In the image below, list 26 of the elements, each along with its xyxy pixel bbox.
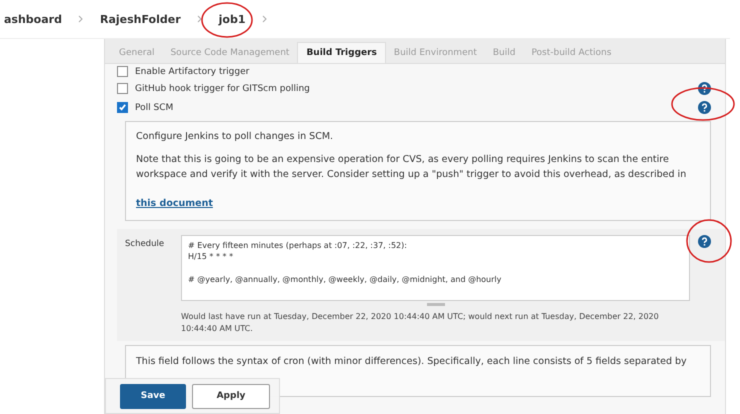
checkbox-label: Enable Artifactory trigger [135,66,250,76]
help-text: This field follows the syntax of cron (with minor differences). Specifically, each line consists of 5 fields separated by [136,354,688,369]
breadcrumb-link[interactable]: ashboard [2,12,64,26]
apply-button[interactable]: Apply [192,384,270,408]
chevron-icon [262,15,268,23]
tab[interactable]: Build Triggers [297,42,386,63]
schedule-status-text: Would last have run at Tuesday, December 22, 2020 10:44:40 AM UTC; would next run at Tuesday, December 22, 2020 10:44:40 AM UTC. [181,310,660,335]
save-button[interactable]: Save [120,384,186,408]
checkbox-label: Poll SCM [135,102,174,112]
document-link[interactable]: this document [136,198,213,209]
help-text: Configure Jenkins to poll changes in SCM. [136,130,334,144]
annotation-circle [200,0,254,40]
breadcrumb-link[interactable]: RajeshFolder [98,12,183,26]
help-icon[interactable] [698,82,711,95]
checkbox[interactable] [117,102,128,113]
chevron-icon [196,15,203,23]
checkbox[interactable] [117,66,128,77]
checkbox[interactable] [117,83,128,94]
help-text: Note that this is going to be an expensive operation for CVS, as every polling requires Jenkins to scan the entire workspace and verify it with the server. Consider setting up a "push" trigger to avoid this overhead, as described in [136,153,688,182]
schedule-textarea[interactable]: # Every fifteen minutes (perhaps at :07, :22, :37, :52): H/15 * * * * # @yearly, @annually, @monthly, @weekly, @daily, @midnight, and @hourly [181,234,690,301]
checkbox-label: GitHub hook trigger for GITScm polling [135,84,311,94]
help-icon[interactable] [698,234,711,248]
chevron-icon [78,15,84,23]
resize-handle[interactable] [426,302,444,306]
help-icon[interactable] [698,101,711,114]
field-label: Schedule [125,238,166,251]
